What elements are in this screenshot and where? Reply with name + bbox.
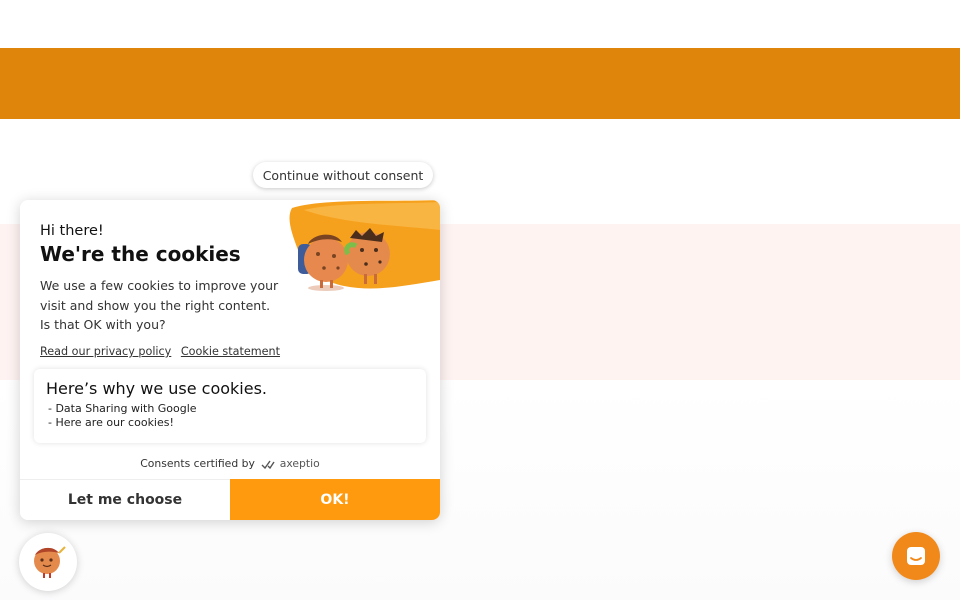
body-line: visit and show you the right content. [40,297,271,313]
cookie-preferences-button[interactable] [19,533,77,591]
certified-label: Consents certified by [140,457,255,470]
modal-title: We're the cookies [40,242,241,266]
modal-body: We use a few cookies to improve your vis… [40,276,280,335]
axeptio-logo-icon [261,460,275,469]
ok-button[interactable]: OK! [230,479,440,520]
axeptio-brand[interactable]: axeptio [280,457,320,470]
why-cookies-list: - Data Sharing with Google - Here are ou… [48,402,197,430]
cookie-character-icon [34,546,66,578]
hero-banner [0,48,960,119]
list-item: - Here are our cookies! [48,416,174,429]
policy-links: Read our privacy policy Cookie statement [40,345,286,358]
cookie-statement-link[interactable]: Cookie statement [181,345,280,358]
body-line: We use a few cookies to improve your [40,278,279,293]
privacy-policy-link[interactable]: Read our privacy policy [40,345,171,358]
why-cookies-box: Here’s why we use cookies. - Data Sharin… [34,369,426,443]
cookies-illustration [289,200,440,291]
let-me-choose-button[interactable]: Let me choose [20,479,230,520]
top-header [0,0,960,48]
continue-without-consent-button[interactable]: Continue without consent [253,162,433,188]
consents-certified: Consents certified by axeptio [20,457,440,470]
greeting-text: Hi there! [40,223,104,239]
chat-launcher-button[interactable] [892,532,940,580]
chat-icon [907,547,925,565]
why-cookies-title: Here’s why we use cookies. [46,379,268,398]
body-line: Is that OK with you? [40,317,166,332]
list-item: - Data Sharing with Google [48,402,197,415]
cookie-consent-modal: Hi there! We're the cookies We use a few… [20,200,440,520]
